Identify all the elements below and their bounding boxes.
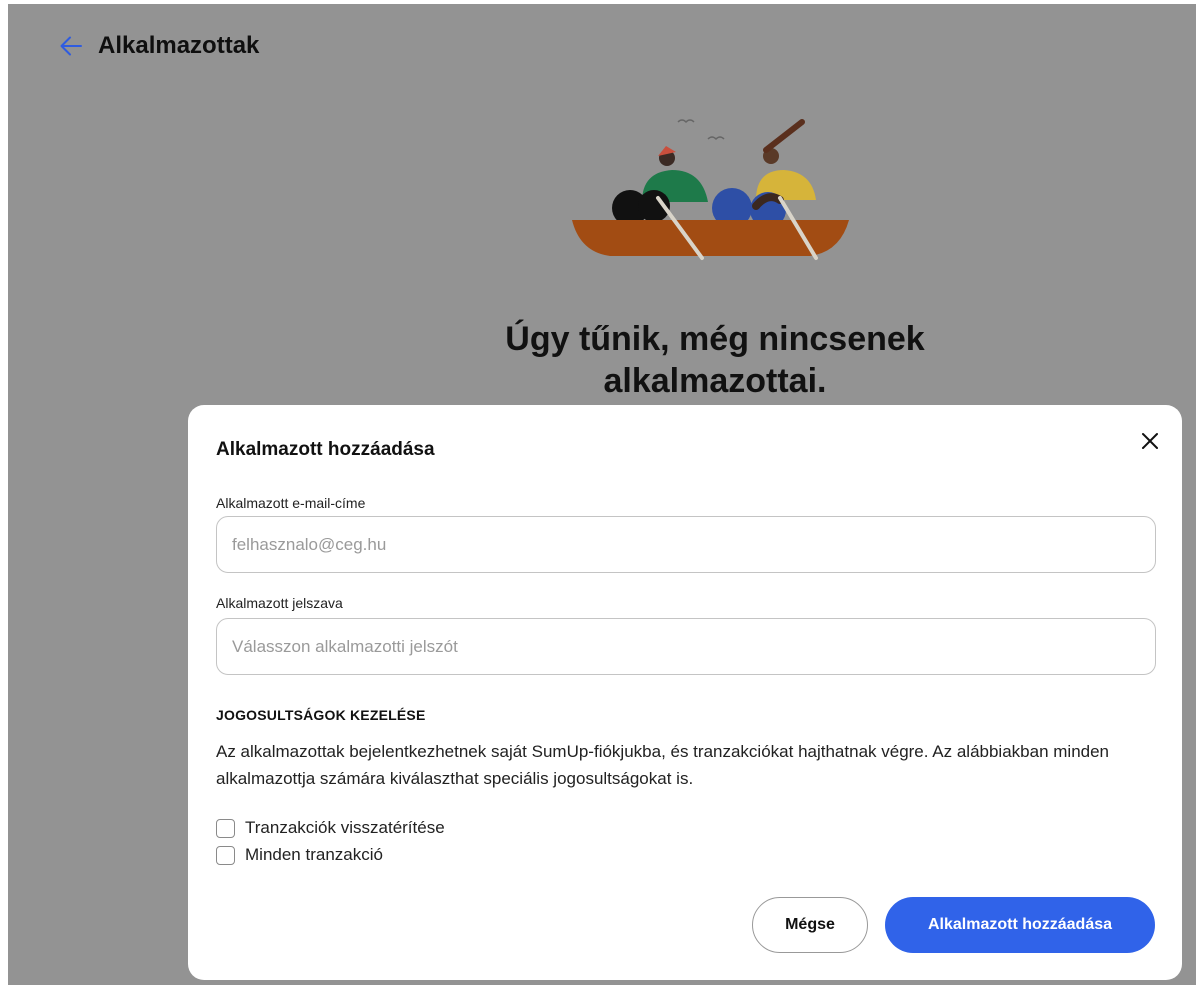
page-header: Alkalmazottak — [58, 32, 259, 60]
add-employee-modal: Alkalmazott hozzáadása Alkalmazott e-mai… — [188, 405, 1182, 980]
all-transactions-label: Minden tranzakció — [245, 845, 383, 864]
add-employee-button[interactable]: Alkalmazott hozzáadása — [885, 897, 1155, 953]
modal-title: Alkalmazott hozzáadása — [216, 439, 435, 460]
arrow-left-icon[interactable] — [58, 33, 84, 59]
password-field-label: Alkalmazott jelszava — [216, 595, 343, 611]
all-transactions-checkbox[interactable] — [216, 845, 235, 865]
close-icon — [1142, 433, 1158, 449]
refund-transactions-label: Tranzakciók visszatérítése — [245, 818, 445, 837]
password-field[interactable] — [216, 618, 1156, 675]
permissions-heading: JOGOSULTSÁGOK KEZELÉSE — [216, 707, 426, 723]
permissions-description: Az alkalmazottak bejelentkezhetnek saját… — [216, 742, 1110, 788]
email-field[interactable] — [216, 516, 1156, 573]
refund-transactions-checkbox[interactable] — [216, 818, 235, 838]
close-button[interactable] — [1134, 425, 1166, 457]
empty-state-title: Úgy tűnik, még nincsenek alkalmazottai. — [505, 320, 925, 400]
refund-transactions-option[interactable]: Tranzakciók visszatérítése — [216, 818, 445, 838]
page-title: Alkalmazottak — [98, 32, 260, 59]
cancel-button[interactable]: Mégse — [752, 897, 868, 953]
all-transactions-option[interactable]: Minden tranzakció — [216, 845, 383, 865]
email-field-label: Alkalmazott e-mail-címe — [216, 495, 366, 511]
rowing-boat-illustration — [572, 119, 849, 260]
